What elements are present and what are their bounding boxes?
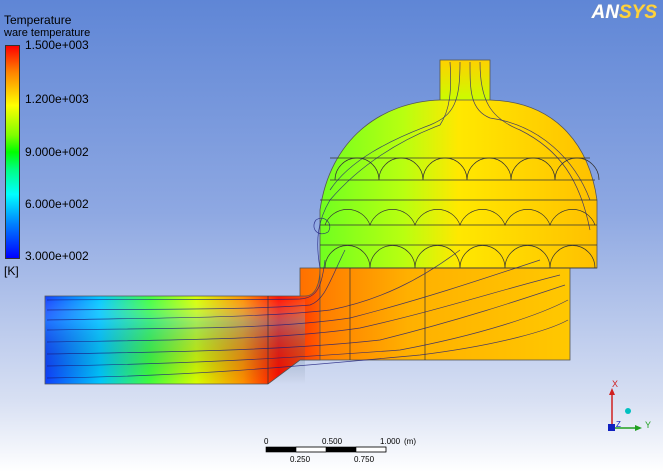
scale-label-0750: 0.750 bbox=[354, 455, 375, 464]
temperature-contour-plot[interactable] bbox=[0, 0, 663, 472]
lower-chamber bbox=[299, 267, 571, 361]
kiln-dome bbox=[319, 99, 598, 269]
axis-y-label: Y bbox=[645, 420, 652, 430]
axis-z-label: Z bbox=[616, 420, 621, 429]
chimney bbox=[439, 59, 491, 103]
axis-triad[interactable] bbox=[608, 388, 642, 431]
scale-label-unit: (m) bbox=[404, 437, 416, 446]
scale-label-0250: 0.250 bbox=[290, 455, 311, 464]
scale-bar bbox=[265, 446, 387, 453]
axis-x-label: X bbox=[612, 379, 619, 389]
scale-label-1000: 1.000 bbox=[380, 437, 401, 446]
scale-label-0500: 0.500 bbox=[322, 437, 343, 446]
scale-label-0: 0 bbox=[264, 437, 269, 446]
